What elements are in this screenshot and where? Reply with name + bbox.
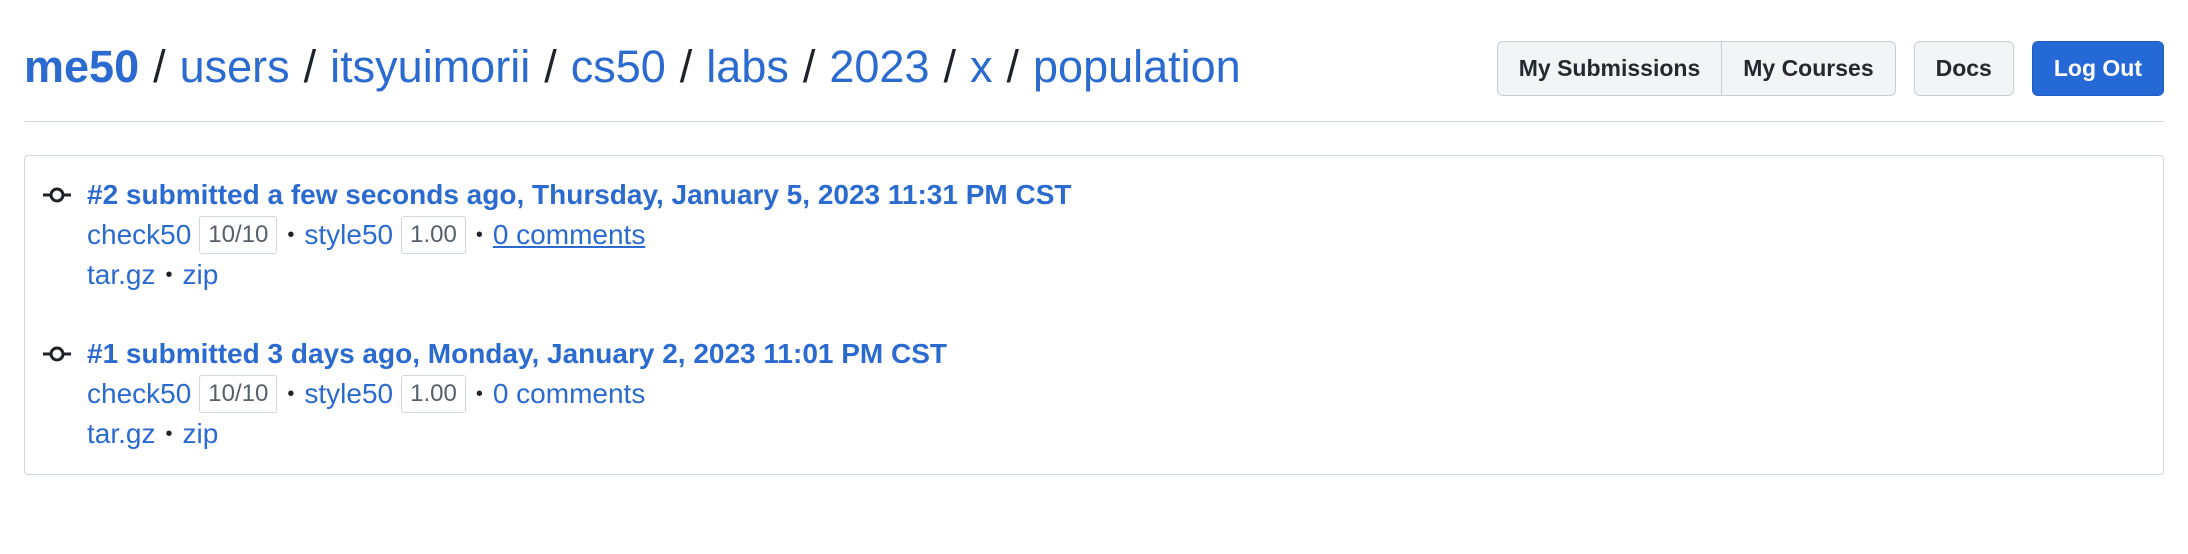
- breadcrumb-labs-link[interactable]: labs: [706, 36, 789, 98]
- bullet-separator: •: [287, 224, 295, 246]
- check50-link[interactable]: check50: [87, 218, 191, 252]
- breadcrumb: me50 / users / itsyuimorii / cs50 / labs…: [24, 36, 1241, 98]
- check50-score-badge: 10/10: [199, 216, 278, 254]
- breadcrumb-separator: /: [679, 41, 693, 92]
- submission-title-link[interactable]: #2 submitted a few seconds ago, Thursday…: [87, 178, 1072, 212]
- download-targz-link[interactable]: tar.gz: [87, 417, 155, 451]
- breadcrumb-username-link[interactable]: itsyuimorii: [330, 36, 530, 98]
- style50-link[interactable]: style50: [304, 218, 393, 252]
- breadcrumb-separator: /: [1006, 41, 1020, 92]
- breadcrumb-separator: /: [153, 41, 166, 92]
- breadcrumb-problem-link[interactable]: population: [1033, 36, 1241, 98]
- log-out-button[interactable]: Log Out: [2031, 41, 2164, 96]
- breadcrumb-separator: /: [303, 41, 317, 92]
- style50-score-badge: 1.00: [401, 375, 466, 413]
- check50-score-badge: 10/10: [199, 375, 278, 413]
- download-zip-link[interactable]: zip: [183, 258, 219, 292]
- breadcrumb-separator: /: [802, 41, 816, 92]
- breadcrumb-home-link[interactable]: me50: [24, 36, 139, 98]
- my-courses-button[interactable]: My Courses: [1722, 41, 1896, 96]
- comments-link[interactable]: 0 comments: [493, 377, 646, 411]
- breadcrumb-x-link[interactable]: x: [970, 36, 993, 98]
- bullet-separator: •: [287, 383, 295, 405]
- breadcrumb-separator: /: [544, 41, 557, 92]
- git-commit-icon: [43, 346, 71, 362]
- header: me50 / users / itsyuimorii / cs50 / labs…: [24, 36, 2164, 122]
- submission-results-line: check50 10/10 • style50 1.00 • 0 comment…: [87, 216, 645, 254]
- check50-link[interactable]: check50: [87, 377, 191, 411]
- submission-downloads-line: tar.gz • zip: [87, 417, 218, 451]
- style50-link[interactable]: style50: [304, 377, 393, 411]
- submission-title-link[interactable]: #1 submitted 3 days ago, Monday, January…: [87, 337, 947, 371]
- page: me50 / users / itsyuimorii / cs50 / labs…: [0, 0, 2188, 554]
- bullet-separator: •: [475, 383, 483, 405]
- bullet-separator: •: [475, 224, 483, 246]
- submission-downloads-line: tar.gz • zip: [87, 258, 218, 292]
- breadcrumb-course-link[interactable]: cs50: [571, 36, 666, 98]
- style50-score-badge: 1.00: [401, 216, 466, 254]
- comments-link[interactable]: 0 comments: [493, 218, 646, 252]
- header-actions: My Submissions My Courses Docs Log Out: [1496, 41, 2164, 96]
- bullet-separator: •: [165, 423, 173, 445]
- submissions-panel: #2 submitted a few seconds ago, Thursday…: [24, 155, 2164, 475]
- nav-button-group: My Submissions My Courses: [1496, 41, 1896, 96]
- download-zip-link[interactable]: zip: [183, 417, 219, 451]
- download-targz-link[interactable]: tar.gz: [87, 258, 155, 292]
- git-commit-icon: [43, 187, 71, 203]
- breadcrumb-separator: /: [943, 41, 956, 92]
- breadcrumb-year-link[interactable]: 2023: [829, 36, 929, 98]
- submission-results-line: check50 10/10 • style50 1.00 • 0 comment…: [87, 375, 645, 413]
- breadcrumb-users-link[interactable]: users: [180, 36, 290, 98]
- bullet-separator: •: [165, 264, 173, 286]
- my-submissions-button[interactable]: My Submissions: [1496, 41, 1723, 96]
- docs-button[interactable]: Docs: [1913, 41, 2014, 96]
